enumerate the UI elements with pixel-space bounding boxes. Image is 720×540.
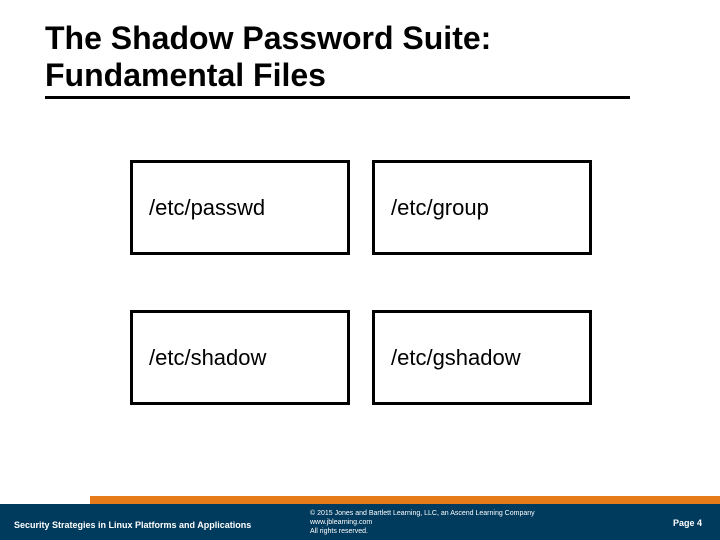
footer-book-title: Security Strategies in Linux Platforms a… [14, 520, 251, 530]
footer-url: www.jblearning.com [310, 518, 535, 527]
file-box-shadow: /etc/shadow [130, 310, 350, 405]
footer-copyright-block: © 2015 Jones and Bartlett Learning, LLC,… [310, 509, 535, 536]
title-line-1: The Shadow Password Suite: [45, 20, 491, 56]
file-grid: /etc/passwd /etc/group /etc/shadow /etc/… [130, 160, 592, 405]
footer-accent-bar [90, 496, 720, 504]
title-underline [45, 96, 630, 99]
file-label: /etc/passwd [149, 195, 265, 221]
file-label: /etc/group [391, 195, 489, 221]
title-line-2: Fundamental Files [45, 57, 326, 93]
footer-copyright: © 2015 Jones and Bartlett Learning, LLC,… [310, 509, 535, 518]
slide-title: The Shadow Password Suite: Fundamental F… [45, 20, 630, 99]
footer: Security Strategies in Linux Platforms a… [0, 492, 720, 540]
file-box-group: /etc/group [372, 160, 592, 255]
footer-rights: All rights reserved. [310, 527, 535, 536]
file-box-passwd: /etc/passwd [130, 160, 350, 255]
file-label: /etc/gshadow [391, 345, 521, 371]
page-number: Page 4 [673, 518, 702, 528]
slide: The Shadow Password Suite: Fundamental F… [0, 0, 720, 540]
file-label: /etc/shadow [149, 345, 266, 371]
file-box-gshadow: /etc/gshadow [372, 310, 592, 405]
